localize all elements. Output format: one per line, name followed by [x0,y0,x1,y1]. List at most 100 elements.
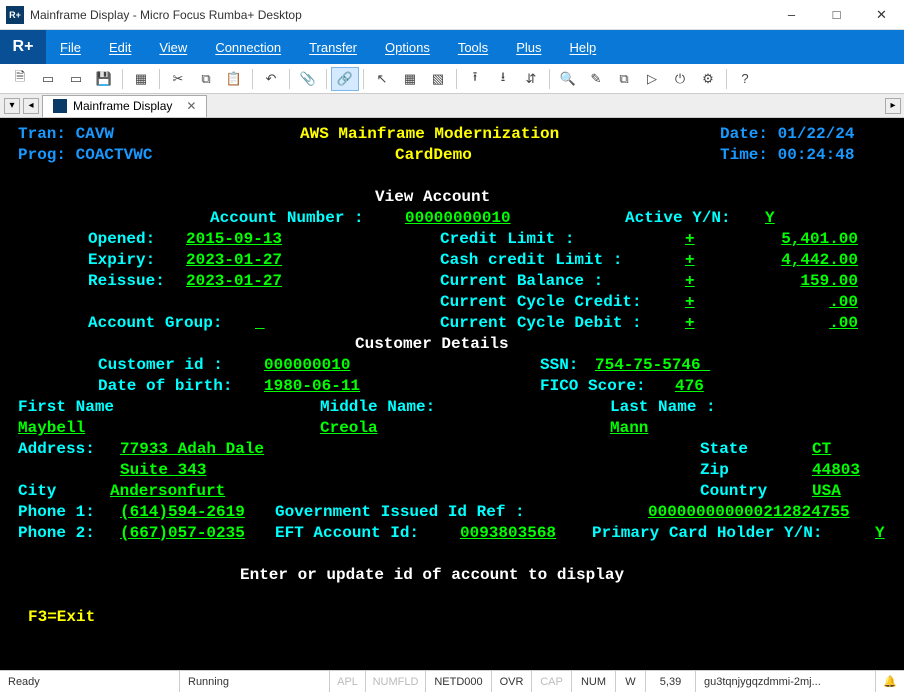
eyedrop-icon[interactable]: ✎ [582,67,610,91]
last-name-value[interactable]: Mann [610,419,648,437]
cash-limit-value[interactable]: 4,442.00 [698,250,858,271]
phone2-value[interactable]: (667)057-0235 [120,523,245,544]
notification-icon[interactable]: 🔔 [876,671,904,692]
tab-prev-button[interactable]: ◂ [23,98,39,114]
download-icon[interactable]: ⭳ [489,67,517,91]
expiry-value[interactable]: 2023-01-27 [186,250,282,271]
first-name-label: First Name [18,397,114,418]
copy-icon[interactable]: ⧉ [192,67,220,91]
record-icon[interactable]: ⧉ [610,67,638,91]
tran-label: Tran: [18,125,66,143]
grid2-icon[interactable]: ▧ [424,67,452,91]
address-line2-value[interactable]: Suite 343 [120,461,206,479]
grid-icon[interactable]: ▦ [396,67,424,91]
cursor-icon[interactable]: ↖ [368,67,396,91]
first-name-value[interactable]: Maybell [18,419,85,437]
eft-value[interactable]: 0093803568 [460,523,556,544]
dob-label: Date of birth: [98,376,232,397]
time-value: 00:24:48 [778,146,855,164]
menu-file[interactable]: File [46,30,95,64]
cycle-debit-label: Current Cycle Debit : [440,314,642,332]
screen-icon[interactable]: ▭ [34,67,62,91]
phone1-value[interactable]: (614)594-2619 [120,502,245,523]
play-icon[interactable]: ▷ [638,67,666,91]
status-w: W [616,671,646,692]
phone2-label: Phone 2: [18,523,95,544]
status-hash: gu3tqnjygqzdmmi-2mj... [696,671,876,692]
window-title: Mainframe Display - Micro Focus Rumba+ D… [30,8,769,22]
attach-icon[interactable]: 📎 [294,67,322,91]
cut-icon[interactable]: ✂ [164,67,192,91]
undo-icon[interactable]: ↶ [257,67,285,91]
app-title1: AWS Mainframe Modernization [300,124,559,145]
upload-icon[interactable]: ⭱ [461,67,489,91]
account-number-value[interactable]: 00000000010 [405,208,511,229]
balance-value[interactable]: 159.00 [698,271,858,292]
status-cap: CAP [532,671,572,692]
address-label: Address: [18,439,95,460]
maximize-button[interactable]: □ [814,0,859,29]
link-icon[interactable]: 🔗 [331,67,359,91]
minimize-button[interactable]: – [769,0,814,29]
menu-help[interactable]: Help [555,30,610,64]
state-value[interactable]: CT [812,439,831,460]
menu-tools[interactable]: Tools [444,30,502,64]
opened-value[interactable]: 2015-09-13 [186,229,282,250]
toolbar: 🗎 ▭ ▭ 💾 ▦ ✂ ⧉ 📋 ↶ 📎 🔗 ↖ ▦ ▧ ⭱ ⭳ ⇵ 🔍 ✎ ⧉ … [0,64,904,94]
help-icon[interactable]: ? [731,67,759,91]
cycle-debit-value[interactable]: .00 [698,313,858,334]
power-icon[interactable]: ⏻ [666,67,694,91]
opened-label: Opened: [88,229,155,250]
customer-id-value[interactable]: 000000010 [264,355,350,376]
dob-value[interactable]: 1980-06-11 [264,376,360,397]
phone1-label: Phone 1: [18,502,95,523]
city-value[interactable]: Andersonfurt [110,482,225,500]
address-line1-value[interactable]: 77933 Adah Dale [120,440,264,458]
menu-edit[interactable]: Edit [95,30,145,64]
open-icon[interactable]: ▭ [62,67,90,91]
ssn-value[interactable]: 754-75-5746 [595,356,701,374]
tab-mainframe-display[interactable]: Mainframe Display ✕ [42,95,207,117]
account-group-value[interactable] [255,313,385,334]
middle-name-label: Middle Name: [320,397,435,418]
search-icon[interactable]: 🔍 [554,67,582,91]
last-name-label: Last Name : [610,397,716,418]
zip-value[interactable]: 44803 [812,460,860,481]
close-button[interactable]: ✕ [859,0,904,29]
save-icon[interactable]: 💾 [90,67,118,91]
layout-icon[interactable]: ▦ [127,67,155,91]
menu-transfer[interactable]: Transfer [295,30,371,64]
fico-label: FICO Score: [540,376,646,397]
date-value: 01/22/24 [778,125,855,143]
status-num: NUM [572,671,616,692]
middle-name-value[interactable]: Creola [320,419,378,437]
tab-close-icon[interactable]: ✕ [186,99,196,113]
primary-value[interactable]: Y [875,523,885,544]
transfer-icon[interactable]: ⇵ [517,67,545,91]
menu-connection[interactable]: Connection [201,30,295,64]
settings-icon[interactable]: ⚙ [694,67,722,91]
gov-id-label: Government Issued Id Ref [275,503,505,521]
credit-limit-value[interactable]: 5,401.00 [698,229,858,250]
menu-view[interactable]: View [145,30,201,64]
cycle-credit-value[interactable]: .00 [698,292,858,313]
balance-label: Current Balance [440,272,584,290]
reissue-value[interactable]: 2023-01-27 [186,271,282,292]
app-title2: CardDemo [395,145,472,166]
brand-badge[interactable]: R+ [0,30,46,64]
paste-icon[interactable]: 📋 [220,67,248,91]
new-icon[interactable]: 🗎 [6,67,34,91]
active-label: Active Y/N: [625,208,731,229]
menu-plus[interactable]: Plus [502,30,555,64]
country-value[interactable]: USA [812,481,841,502]
prog-label: Prog: [18,146,66,164]
tab-next-button[interactable]: ▸ [885,98,901,114]
gov-id-value[interactable]: 000000000000212824755 [648,502,850,523]
fico-value[interactable]: 476 [675,376,704,397]
menu-options[interactable]: Options [371,30,444,64]
ssn-label: SSN: [540,355,578,376]
terminal[interactable]: Tran: CAVW AWS Mainframe Modernization D… [0,118,904,670]
active-value[interactable]: Y [765,208,775,229]
prog-value: COACTVWC [76,146,153,164]
tab-menu-button[interactable]: ▾ [4,98,20,114]
